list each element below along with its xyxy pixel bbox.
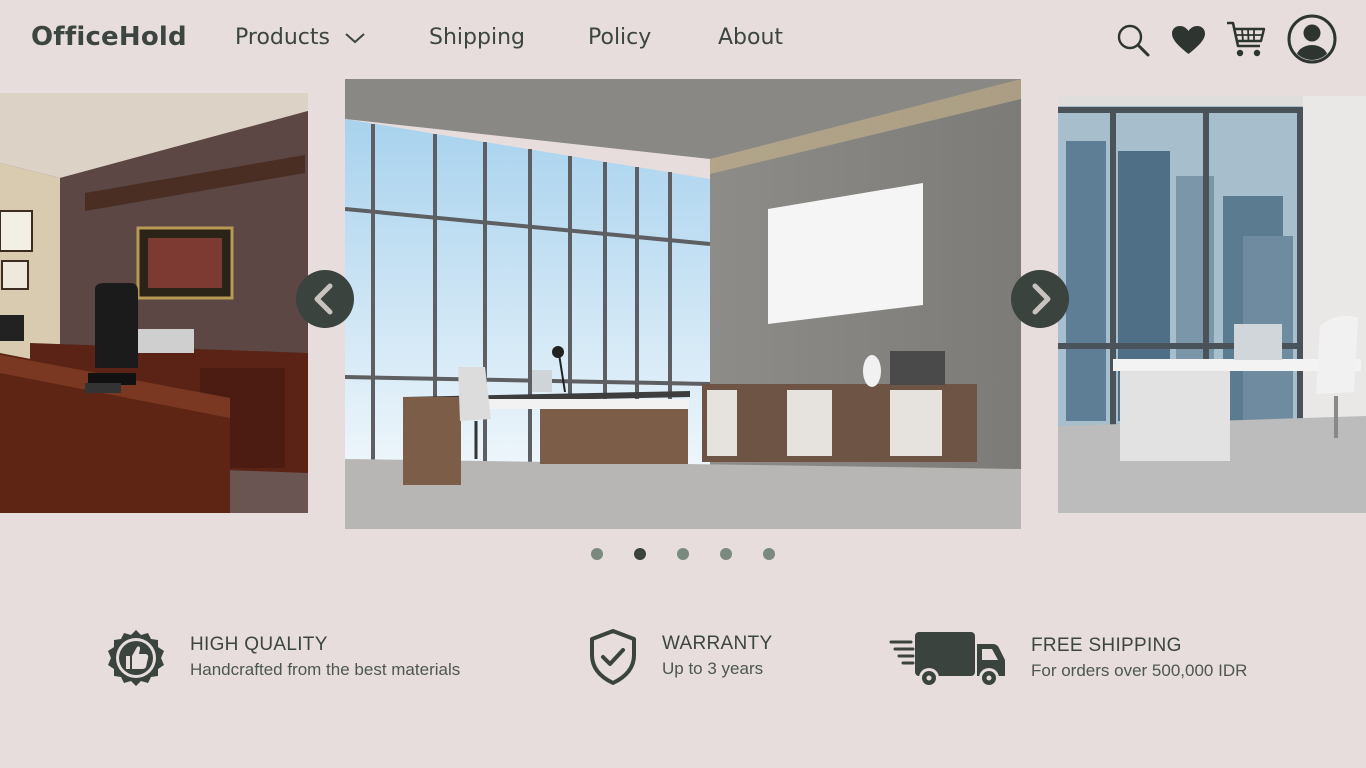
user-icon[interactable] [1287,14,1337,64]
nav-about[interactable]: About [718,25,783,50]
carousel-pagination [591,548,775,560]
carousel-slide-modern-office[interactable] [345,79,1021,529]
carousel-dot[interactable] [677,548,689,560]
shield-check-icon [590,629,636,685]
chevron-left-icon [314,283,333,315]
carousel-dot[interactable] [634,548,646,560]
chevron-right-icon [1032,283,1051,315]
city-view-office-photo [1058,96,1366,513]
feature-subtitle: For orders over 500,000 IDR [1031,661,1248,680]
feature-subtitle: Handcrafted from the best materials [190,660,461,679]
feature-warranty: WARRANTY Up to 3 years [588,628,772,686]
carousel-dot[interactable] [720,548,732,560]
carousel-dot[interactable] [591,548,603,560]
feature-title: FREE SHIPPING [1031,635,1182,656]
carousel-dot[interactable] [763,548,775,560]
feature-title: WARRANTY [662,633,773,654]
carousel-slide-classic-office[interactable] [0,93,308,513]
feature-subtitle: Up to 3 years [662,659,764,678]
nav-policy[interactable]: Policy [588,25,651,50]
carousel-prev-button[interactable] [296,270,354,328]
heart-icon[interactable] [1171,25,1206,55]
nav-products-label: Products [235,25,330,50]
carousel-next-button[interactable] [1011,270,1069,328]
classic-office-photo [0,93,308,513]
feature-title: HIGH QUALITY [190,634,328,655]
chevron-down-icon [345,32,365,43]
brand-logo[interactable]: OfficeHold [31,22,187,52]
nav-shipping[interactable]: Shipping [429,25,525,50]
feature-free-shipping: FREE SHIPPING For orders over 500,000 ID… [889,628,1247,690]
thumbs-up-badge-icon [108,630,164,686]
nav-products[interactable]: Products [235,25,366,50]
carousel-slide-city-view-office[interactable] [1058,96,1366,513]
search-icon[interactable] [1116,23,1150,57]
modern-office-photo [345,79,1021,529]
cart-icon[interactable] [1226,20,1266,58]
delivery-truck-icon [889,632,1005,688]
feature-high-quality: HIGH QUALITY Handcrafted from the best m… [106,628,460,688]
